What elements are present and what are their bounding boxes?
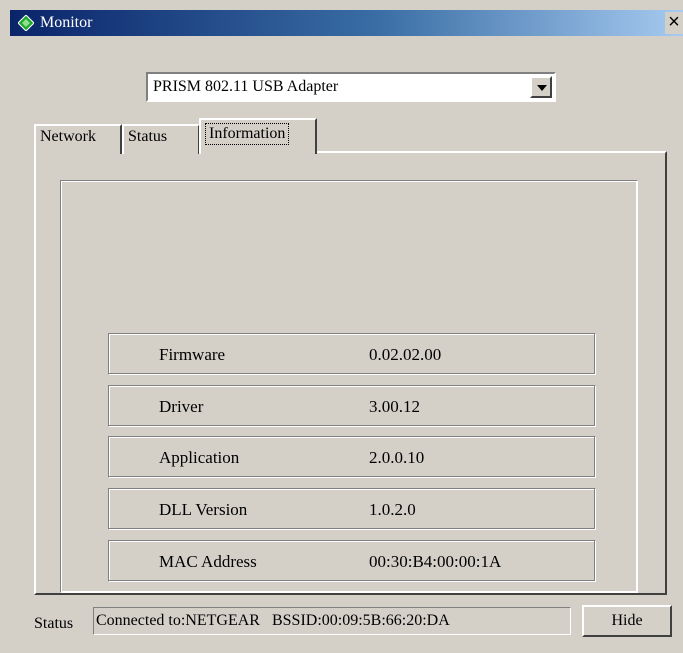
info-label: DLL Version xyxy=(159,500,248,519)
tab-status-label: Status xyxy=(128,128,168,145)
adapter-select[interactable]: PRISM 802.11 USB Adapter xyxy=(146,72,556,102)
info-label: Firmware xyxy=(159,345,226,364)
info-value: 2.0.0.10 xyxy=(369,448,425,467)
hide-button[interactable]: Hide xyxy=(582,605,672,637)
tab-network-label: Network xyxy=(40,128,96,145)
info-value: 0.02.02.00 xyxy=(369,345,442,364)
tab-network[interactable]: Network xyxy=(34,124,122,154)
info-label: Application xyxy=(159,448,240,467)
info-value: 3.00.12 xyxy=(369,397,420,416)
status-label: Status xyxy=(34,615,74,632)
close-icon[interactable]: × xyxy=(665,12,683,34)
monitor-window: Monitor × PRISM 802.11 USB Adapter Netwo… xyxy=(0,0,683,653)
tab-information[interactable]: Information xyxy=(199,118,317,154)
info-value: 00:30:B4:00:00:1A xyxy=(369,552,502,571)
window-title: Monitor xyxy=(40,14,93,31)
adapter-select-value: PRISM 802.11 USB Adapter xyxy=(153,78,339,95)
title-bar[interactable]: Monitor × xyxy=(10,10,683,36)
chevron-down-icon xyxy=(537,85,547,91)
info-label: MAC Address xyxy=(159,552,257,571)
info-value: 1.0.2.0 xyxy=(369,500,416,519)
info-row-mac-address: MAC Address 00:30:B4:00:00:1A xyxy=(108,540,596,582)
adapter-select-button[interactable] xyxy=(530,76,552,98)
info-row-application: Application 2.0.0.10 xyxy=(108,436,596,478)
info-row-dll-version: DLL Version 1.0.2.0 xyxy=(108,488,596,530)
tab-information-label: Information xyxy=(205,123,290,145)
app-diamond-icon xyxy=(17,14,35,32)
info-row-firmware: Firmware 0.02.02.00 xyxy=(108,333,596,375)
status-text: Connected to:NETGEAR BSSID:00:09:5B:66:2… xyxy=(96,612,450,629)
tab-status[interactable]: Status xyxy=(122,124,200,154)
info-label: Driver xyxy=(159,397,204,416)
status-field: Connected to:NETGEAR BSSID:00:09:5B:66:2… xyxy=(93,607,571,635)
info-row-driver: Driver 3.00.12 xyxy=(108,385,596,427)
